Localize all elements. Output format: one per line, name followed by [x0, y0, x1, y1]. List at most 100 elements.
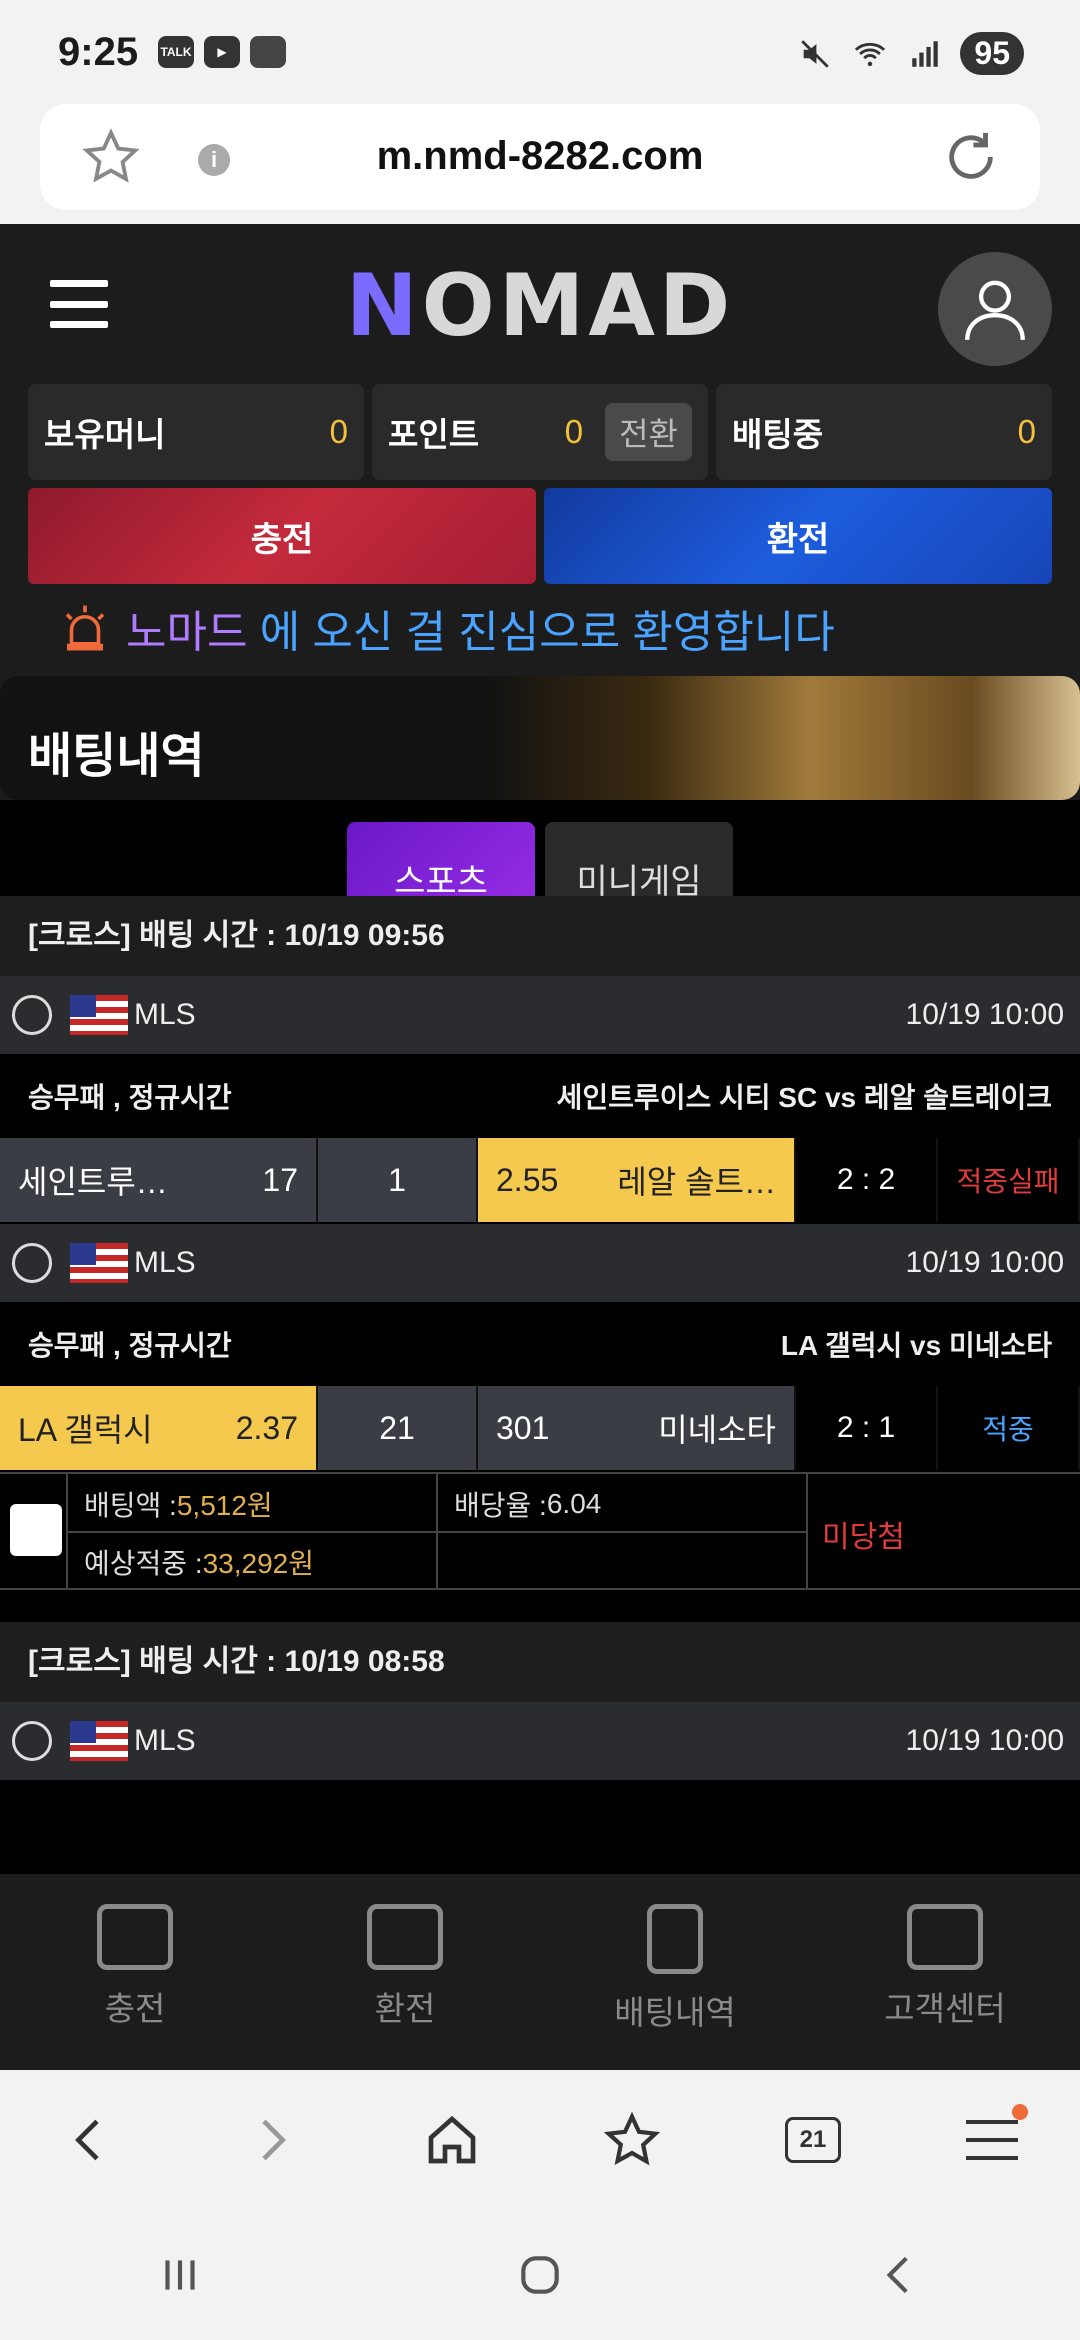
app-bottom-nav: 충전 환전 배팅내역 고객센터: [0, 1874, 1080, 2070]
soccer-ball-icon: [12, 995, 52, 1035]
home-odds-cell[interactable]: 세인트루… 17: [0, 1138, 318, 1222]
draw-odds-cell[interactable]: 1: [318, 1138, 478, 1222]
browser-nav: 21: [0, 2070, 1080, 2210]
soccer-ball-icon: [12, 1243, 52, 1283]
exchange-button[interactable]: 환전: [544, 488, 1052, 584]
match-teams: LA 갤럭시 vs 미네소타: [780, 1330, 1052, 1361]
bet-status: 미당첨: [822, 1521, 905, 1554]
league-row: MLS 10/19 10:00: [0, 1224, 1080, 1302]
mute-icon: [801, 39, 830, 68]
welcome-notice: 노마드 에 오신 걸 진심으로 환영합니다: [58, 596, 835, 660]
charge-button[interactable]: 충전: [28, 488, 536, 584]
system-back-icon[interactable]: [875, 2250, 925, 2300]
match-date: 10/19 10:00: [905, 998, 1064, 1031]
user-avatar-icon[interactable]: [938, 252, 1052, 366]
browser-menu-icon[interactable]: [965, 2104, 1028, 2160]
betting-value: 0: [1017, 413, 1036, 450]
wifi-icon: [855, 42, 886, 66]
status-bar: 9:25 TALK ▶ 95: [0, 0, 1080, 108]
home-button-icon[interactable]: [515, 2250, 565, 2300]
menu-badge-dot: [1011, 2104, 1028, 2120]
away-team: 미네소타: [658, 1412, 776, 1448]
withdraw-icon: [367, 1904, 443, 1970]
wallet-icon: [97, 1904, 173, 1970]
bet-result: 적중: [938, 1386, 1080, 1470]
status-right: 95: [798, 32, 1024, 75]
us-flag-icon: [70, 1243, 128, 1283]
url-text[interactable]: m.nmd-8282.com: [40, 134, 1040, 179]
tabs-icon[interactable]: 21: [784, 2117, 841, 2163]
battery-indicator: 95: [960, 32, 1024, 75]
away-odds-cell[interactable]: 301 미네소타: [478, 1386, 796, 1470]
kakaotalk-icon: TALK: [158, 36, 194, 68]
match-row: 승무패 , 정규시간 LA 갤럭시 vs 미네소타: [0, 1302, 1080, 1386]
match-date: 10/19 10:00: [905, 1246, 1064, 1279]
match-row: 승무패 , 정규시간 세인트루이스 시티 SC vs 레알 솔트레이크: [0, 1054, 1080, 1138]
logo[interactable]: NOMAD: [0, 256, 1080, 356]
nav-support[interactable]: 고객센터: [810, 1874, 1080, 2070]
bookmarks-icon[interactable]: [604, 2112, 661, 2168]
url-bar[interactable]: i m.nmd-8282.com: [40, 104, 1040, 210]
youtube-icon: ▶: [204, 36, 240, 68]
home-odds-cell[interactable]: LA 갤럭시 2.37: [0, 1386, 318, 1470]
away-odds-cell[interactable]: 2.55 레알 솔트…: [478, 1138, 796, 1222]
notice-brand: 노마드: [126, 608, 248, 657]
point-value: 0: [564, 413, 584, 450]
shoe-icon: [250, 36, 286, 68]
back-icon[interactable]: [62, 2112, 118, 2168]
nav-history[interactable]: 배팅내역: [540, 1874, 810, 2070]
app-header: NOMAD: [0, 224, 1080, 374]
match-teams: 세인트루이스 시티 SC vs 레알 솔트레이크: [556, 1082, 1052, 1113]
draw-odds-cell[interactable]: 21: [318, 1386, 478, 1470]
app-content: NOMAD 보유머니 0 포인트 0 전환 배팅중 0 충전 환전 노마드 에 …: [0, 224, 1080, 2070]
home-odds: 17: [262, 1161, 298, 1198]
nav-charge[interactable]: 충전: [0, 1874, 270, 2070]
balance-stats: 보유머니 0 포인트 0 전환 배팅중 0: [28, 384, 1052, 480]
away-odds: 301: [496, 1409, 550, 1446]
document-icon: [647, 1904, 703, 1974]
league-name: MLS: [134, 998, 196, 1031]
forward-icon[interactable]: [243, 2112, 299, 2168]
odds-row: LA 갤럭시 2.37 21 301 미네소타 2 : 1 적중: [0, 1386, 1080, 1470]
league-name: MLS: [134, 1724, 196, 1757]
bet-header: [크로스] 배팅 시간 : 10/19 09:56: [0, 896, 1080, 976]
select-checkbox[interactable]: [10, 1504, 62, 1556]
odds-rate: 배당율 : 6.04: [454, 1488, 602, 1521]
notification-icons: TALK ▶: [158, 36, 286, 68]
convert-button[interactable]: 전환: [605, 403, 692, 461]
away-odds: 2.55: [496, 1161, 559, 1198]
market-type: 승무패 , 정규시간: [28, 1082, 232, 1113]
league-name: MLS: [134, 1246, 196, 1279]
wallet-actions: 충전 환전: [28, 488, 1052, 584]
home-team: LA 갤럭시: [18, 1412, 153, 1448]
soccer-ball-icon: [12, 1721, 52, 1761]
away-team: 레알 솔트…: [617, 1164, 776, 1200]
reload-icon[interactable]: [942, 128, 1000, 186]
match-score: 2 : 2: [796, 1138, 938, 1222]
bet-result: 적중실패: [938, 1138, 1080, 1222]
alarm-icon: [65, 605, 105, 651]
point-stat: 포인트 0 전환: [372, 384, 708, 480]
money-stat: 보유머니 0: [28, 384, 364, 480]
expected-win: 예상적중 : 33,292원: [84, 1548, 315, 1579]
us-flag-icon: [70, 1721, 128, 1761]
league-row: MLS 10/19 10:00: [0, 976, 1080, 1054]
bet-amount: 배팅액 : 5,512원: [84, 1490, 273, 1521]
notice-text: 에 오신 걸 진심으로 환영합니다: [259, 608, 835, 657]
home-odds: 2.37: [235, 1409, 298, 1446]
newspaper-icon: [907, 1904, 983, 1970]
system-nav: [0, 2210, 1080, 2340]
home-icon[interactable]: [424, 2112, 480, 2168]
bet-summary: 배팅액 : 5,512원 배당율 : 6.04 예상적중 : 33,292원 미…: [0, 1472, 1080, 1590]
odds-row: 세인트루… 17 1 2.55 레알 솔트… 2 : 2 적중실패: [0, 1138, 1080, 1222]
us-flag-icon: [70, 995, 128, 1035]
recent-apps-icon[interactable]: [155, 2250, 205, 2300]
betting-label: 배팅중: [732, 416, 824, 453]
bet-header: [크로스] 배팅 시간 : 10/19 08:58: [0, 1622, 1080, 1702]
money-label: 보유머니: [44, 416, 166, 453]
money-value: 0: [329, 413, 348, 450]
nav-exchange[interactable]: 환전: [270, 1874, 540, 2070]
page-title: 배팅내역: [28, 730, 205, 783]
betting-stat: 배팅중 0: [716, 384, 1052, 480]
home-team: 세인트루…: [18, 1164, 168, 1200]
